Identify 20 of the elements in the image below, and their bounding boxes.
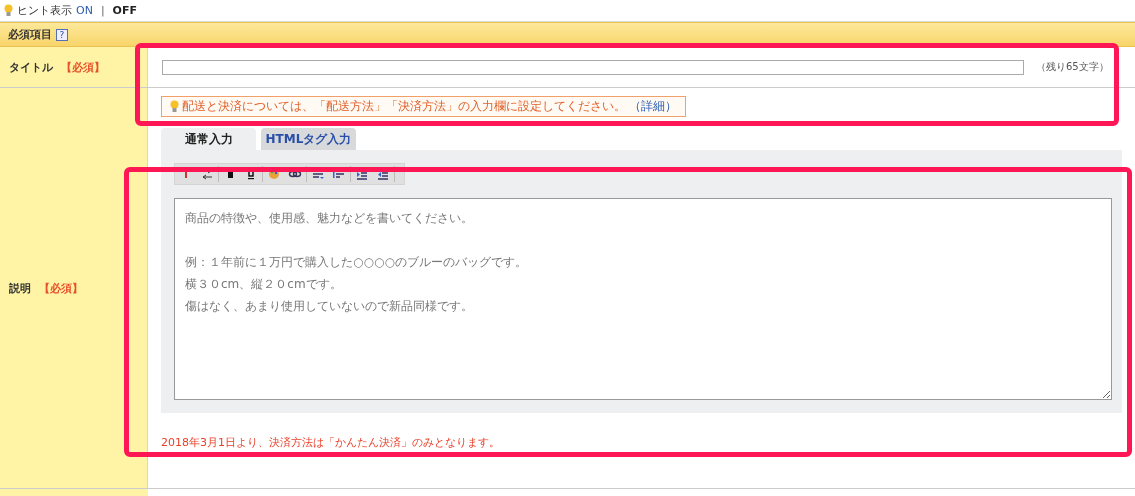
hint-option[interactable]: ON [76,4,93,17]
warning-text: 2018年3月1日より、決済方法は「かんたん決済」のみとなります。 [161,435,501,450]
lightbulb-icon [170,100,179,113]
separator: | [100,4,105,17]
notice-text: 配送と決済については、「配送方法」「決済方法」の入力欄に設定してください。 [182,98,626,115]
hint-option[interactable]: OFF [112,4,137,17]
help-icon[interactable]: ? [56,28,68,41]
editor-tab[interactable]: 通常入力 [161,128,256,150]
details-link[interactable]: （詳細） [629,98,677,115]
lightbulb-icon [4,4,13,17]
required-label: 【必須】 [39,280,83,296]
field-label: 説明 [9,280,31,296]
character-counter: （残り65文字） [1036,60,1109,74]
section-title: 必須項目 [8,27,52,42]
hint-label: ヒント表示 [17,3,72,18]
field-label: タイトル [9,59,53,75]
required-label: 【必須】 [61,59,105,75]
description-field[interactable]: 商品の特徴や、使用感、魅力などを書いてください。 例：１年前に１万円で購入した○○○○のブルーのバッグです。 横３０cm、縦２０cmです。 傷はなく、あまり使用していないので新品同様です。 [174,198,1112,400]
title-field[interactable] [162,59,1024,75]
editor-tab[interactable]: HTMLタグ入力 [261,128,356,150]
